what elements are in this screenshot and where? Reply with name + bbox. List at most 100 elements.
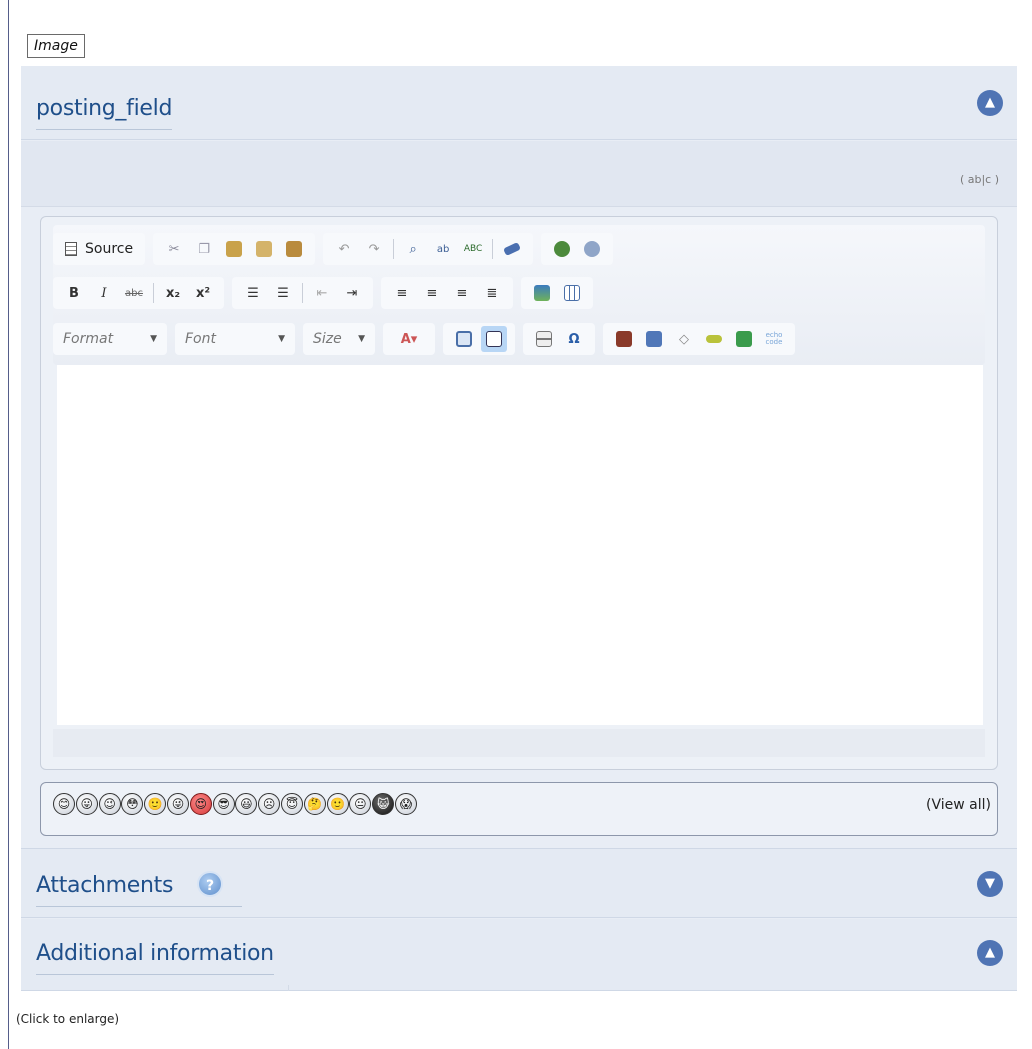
outdent-icon[interactable]: ⇤	[309, 280, 335, 306]
find-icon[interactable]: ⌕	[400, 236, 426, 262]
paste-icon[interactable]	[221, 236, 247, 262]
chevron-down-icon: ▼	[150, 334, 157, 344]
attachments-header: Attachments ? ▼	[21, 848, 1017, 918]
additional-info-header: Additional information ▲	[21, 919, 1017, 991]
plugin-group: ◇ echo code	[603, 323, 795, 355]
editor-bottom-bar	[53, 729, 985, 757]
smiley-icon[interactable]: ☹	[258, 793, 281, 815]
eraser-icon[interactable]	[499, 236, 525, 262]
bulleted-list-icon[interactable]: ☰	[270, 280, 296, 306]
replace-icon[interactable]: ab	[430, 236, 456, 262]
strike-button[interactable]: abc	[121, 280, 147, 306]
smiley-icon[interactable]: 🙂	[144, 793, 167, 815]
unlink-icon[interactable]	[579, 236, 605, 262]
align-justify-icon[interactable]: ≣	[479, 280, 505, 306]
collapse-toggle-icon[interactable]: ▲	[977, 90, 1003, 116]
special-group: Ω	[523, 323, 595, 355]
color-group: A▾	[383, 323, 435, 355]
spellcheck-indicator[interactable]: ( ab|c )	[960, 173, 999, 186]
omega-icon[interactable]: Ω	[561, 326, 587, 352]
size-placeholder: Size	[313, 331, 342, 347]
image-label: Image	[27, 34, 85, 58]
copy-icon[interactable]: ❐	[191, 236, 217, 262]
insert-group	[521, 277, 593, 309]
align-left-icon[interactable]: ≡	[389, 280, 415, 306]
superscript-button[interactable]: x²	[190, 280, 216, 306]
smiley-icon[interactable]: 😐	[349, 793, 372, 815]
attachments-label: Attachments	[36, 873, 174, 898]
text-color-icon[interactable]: A▾	[391, 326, 427, 352]
code-icon[interactable]	[641, 326, 667, 352]
collapse-toggle-icon[interactable]: ▲	[977, 940, 1003, 966]
smiley-icon[interactable]: 😺	[372, 793, 395, 815]
help-icon[interactable]: ?	[197, 871, 223, 897]
smiley-icon[interactable]: 😳	[121, 793, 144, 815]
spellcheck-icon[interactable]: ABC	[460, 236, 486, 262]
align-center-icon[interactable]: ≡	[419, 280, 445, 306]
source-group: Source	[53, 233, 146, 265]
paste-text-icon[interactable]	[251, 236, 277, 262]
redo-icon[interactable]: ↷	[361, 236, 387, 262]
view-all-link[interactable]: (View all)	[926, 797, 991, 813]
enlarge-caption[interactable]: (Click to enlarge)	[16, 1012, 119, 1026]
spoiler-icon[interactable]: ◇	[671, 326, 697, 352]
numbered-list-icon[interactable]: ☰	[240, 280, 266, 306]
smiley-icon[interactable]: 😉	[98, 793, 121, 815]
green-block-icon[interactable]	[731, 326, 757, 352]
toolbar-row-1: Source ✂ ❐ ↶ ↷ ⌕ ab ABC	[53, 231, 621, 267]
format-select[interactable]: Format ▼	[53, 323, 167, 355]
separator	[492, 239, 494, 259]
format-placeholder: Format	[63, 331, 114, 347]
indent-icon[interactable]: ⇥	[339, 280, 365, 306]
smiley-icon[interactable]: 😛	[75, 793, 98, 815]
undo-icon[interactable]: ↶	[331, 236, 357, 262]
list-group: ☰ ☰ ⇤ ⇥	[232, 277, 373, 309]
additional-info-title: Additional information	[36, 941, 274, 975]
bold-button[interactable]: B	[61, 280, 87, 306]
font-select[interactable]: Font ▼	[175, 323, 295, 355]
edit-group: ↶ ↷ ⌕ ab ABC	[323, 233, 534, 265]
maximize-icon[interactable]	[451, 326, 477, 352]
smiley-icon[interactable]: 🙂	[326, 793, 349, 815]
tag-icon[interactable]	[701, 326, 727, 352]
separator	[302, 283, 303, 303]
toolbar-row-3: Format ▼ Font ▼ Size ▼ A▾ Ω ◇ echo code	[53, 321, 803, 357]
cut-icon[interactable]: ✂	[161, 236, 187, 262]
smiley-icon[interactable]: 😎	[212, 793, 235, 815]
subscript-button[interactable]: x₂	[160, 280, 186, 306]
smiley-icon[interactable]: 😱	[394, 793, 417, 815]
source-button[interactable]: Source	[59, 236, 139, 262]
smiley-bar: 😊 😛 😉 😳 🙂 😜 😍 😎 😃 ☹ 😇 🤔 🙂 😐 😺 😱 (View all)	[40, 782, 998, 836]
smiley-icon[interactable]: 😃	[235, 793, 258, 815]
size-select[interactable]: Size ▼	[303, 323, 375, 355]
editor-content-area[interactable]	[57, 365, 983, 725]
form-panel: posting_field ▲ ( ab|c ) Source ✂ ❐ ↶ ↷ …	[21, 66, 1017, 991]
chevron-down-icon: ▼	[358, 334, 365, 344]
clipboard-group: ✂ ❐	[153, 233, 316, 265]
smiley-icon[interactable]: 😜	[166, 793, 189, 815]
left-border-rule	[8, 0, 9, 1049]
editor-toolbar: Source ✂ ❐ ↶ ↷ ⌕ ab ABC B I abc x₂ x² ☰ …	[53, 225, 985, 365]
table-icon[interactable]	[559, 280, 585, 306]
smiley-icon[interactable]: 😍	[189, 793, 212, 815]
toolbar-row-2: B I abc x₂ x² ☰ ☰ ⇤ ⇥ ≡ ≡ ≡ ≣	[53, 275, 601, 311]
link-icon[interactable]	[549, 236, 575, 262]
show-blocks-icon[interactable]	[481, 326, 507, 352]
quote-icon[interactable]	[611, 326, 637, 352]
expand-toggle-icon[interactable]: ▼	[977, 871, 1003, 897]
document-icon	[65, 242, 77, 256]
smiley-icon[interactable]: 🤔	[303, 793, 326, 815]
chevron-down-icon: ▼	[278, 334, 285, 344]
smiley-icon[interactable]: 😇	[280, 793, 303, 815]
echo-code-icon[interactable]: echo code	[761, 326, 787, 352]
font-placeholder: Font	[185, 331, 216, 347]
posting-field-title: posting_field	[36, 96, 172, 130]
horizontal-rule-icon[interactable]	[531, 326, 557, 352]
paste-word-icon[interactable]	[281, 236, 307, 262]
view-group	[443, 323, 515, 355]
align-group: ≡ ≡ ≡ ≣	[381, 277, 513, 309]
italic-button[interactable]: I	[91, 280, 117, 306]
align-right-icon[interactable]: ≡	[449, 280, 475, 306]
smiley-icon[interactable]: 😊	[53, 793, 75, 815]
image-icon[interactable]	[529, 280, 555, 306]
